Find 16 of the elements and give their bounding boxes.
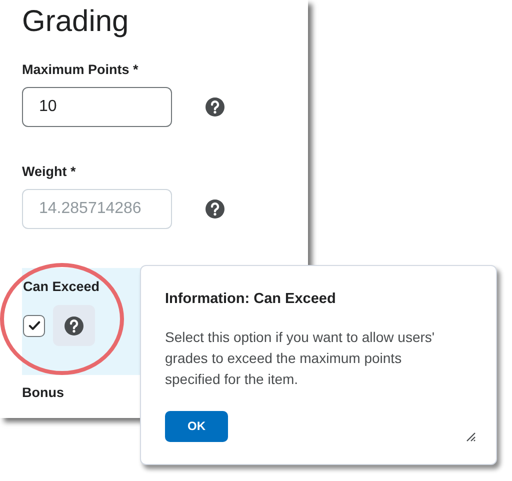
help-button[interactable] [53, 305, 95, 346]
checkbox-label: Can Exceed [23, 279, 100, 294]
field-label: Weight * [22, 164, 76, 179]
help-icon[interactable] [205, 199, 225, 219]
field-label: Bonus [22, 385, 64, 400]
help-icon[interactable] [205, 97, 225, 117]
help-icon [64, 316, 84, 336]
points-field[interactable]: 10 [22, 87, 172, 127]
dialog-text: Select this option if you want to allow users' grades to exceed the maximum points specified for the item. [165, 328, 436, 389]
section-title: Grading [22, 4, 130, 40]
dialog-title: Information: Can Exceed [165, 291, 337, 307]
ok-button[interactable]: OK [165, 410, 228, 442]
resize-grip-icon[interactable] [466, 432, 476, 442]
checkbox[interactable] [23, 314, 45, 336]
check-icon [28, 319, 40, 332]
field-label: Maximum Points * [22, 62, 138, 77]
